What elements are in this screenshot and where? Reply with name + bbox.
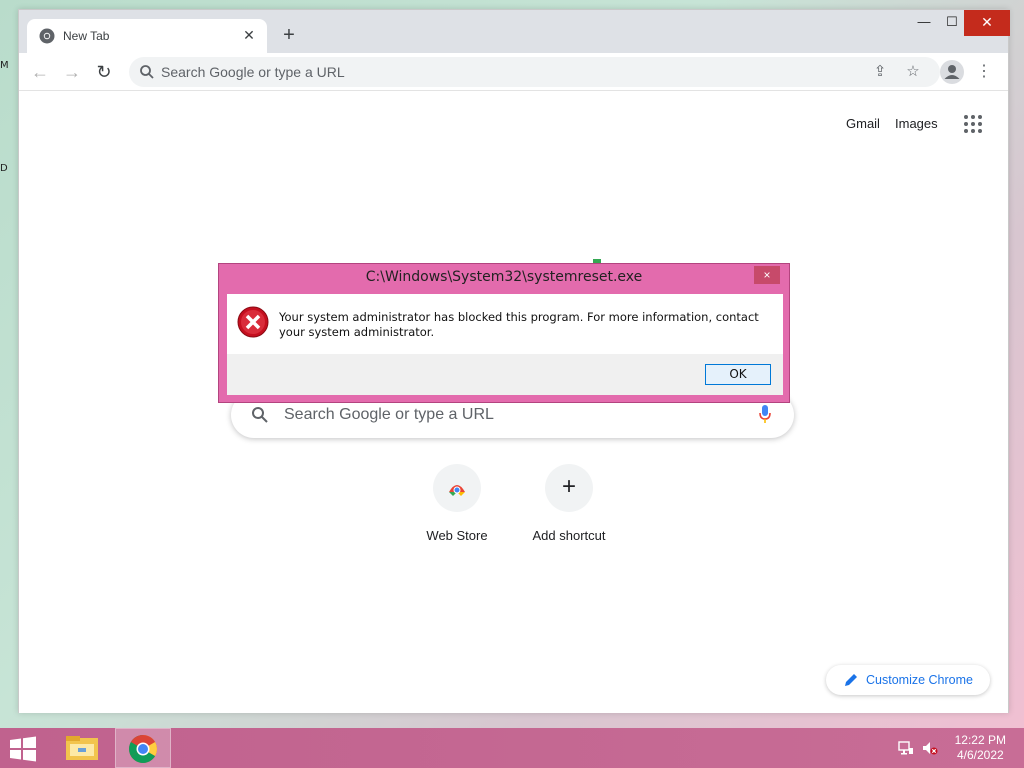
clock-time: 12:22 PM: [954, 733, 1006, 747]
desktop-icon-fragment[interactable]: M: [0, 60, 10, 74]
shortcut-label: Add shortcut: [532, 528, 606, 543]
taskbar-file-explorer[interactable]: [54, 728, 110, 768]
windows-start-icon[interactable]: [8, 736, 38, 762]
clock-date: 4/6/2022: [956, 748, 1004, 762]
dialog-body: Your system administrator has blocked th…: [227, 294, 783, 395]
plus-icon: +: [561, 473, 576, 500]
reload-icon[interactable]: ↻: [91, 59, 117, 85]
customize-chrome-label: Customize Chrome: [866, 673, 973, 687]
dialog-message-area: Your system administrator has blocked th…: [227, 294, 783, 354]
minimize-icon[interactable]: —: [909, 10, 939, 36]
ok-button[interactable]: OK: [705, 364, 771, 385]
omnibox-placeholder: Search Google or type a URL: [161, 64, 345, 80]
back-arrow-icon[interactable]: ←: [27, 59, 53, 85]
share-icon[interactable]: ⇪: [870, 62, 890, 82]
chrome-favicon-icon: [39, 28, 55, 44]
search-icon: [140, 65, 154, 79]
customize-chrome-button[interactable]: Customize Chrome: [826, 665, 990, 695]
error-icon: [237, 306, 269, 338]
window-close-icon[interactable]: ✕: [964, 10, 1010, 36]
browser-toolbar: ← → ↻ Search Google or type a URL ⇪ ☆ ⋮: [19, 53, 1008, 91]
microphone-icon[interactable]: [758, 404, 772, 424]
forward-arrow-icon[interactable]: →: [59, 59, 85, 85]
volume-muted-icon[interactable]: [922, 740, 938, 756]
dialog-message: Your system administrator has blocked th…: [279, 310, 759, 339]
shortcut-web-store[interactable]: Web Store: [407, 464, 507, 554]
taskbar: 12:22 PM 4/6/2022: [0, 728, 1024, 768]
tab-strip: New Tab ✕ + — ☐ ✕: [19, 10, 1010, 53]
chrome-web-store-icon: [449, 485, 465, 496]
folder-icon: [66, 736, 98, 760]
shortcut-tile: [433, 464, 481, 512]
shortcut-label: Web Store: [426, 528, 488, 543]
new-tab-plus-icon[interactable]: +: [277, 24, 301, 48]
system-clock[interactable]: 12:22 PM 4/6/2022: [955, 733, 1006, 763]
google-apps-icon[interactable]: [963, 114, 983, 134]
tab-title: New Tab: [63, 29, 110, 43]
taskbar-chrome[interactable]: [115, 728, 171, 768]
dialog-close-icon[interactable]: ×: [754, 266, 780, 284]
tab-new-tab[interactable]: New Tab ✕: [27, 19, 267, 53]
kebab-menu-icon[interactable]: ⋮: [975, 60, 993, 84]
ntp-search-placeholder: Search Google or type a URL: [284, 406, 494, 423]
bookmark-star-icon[interactable]: ☆: [903, 62, 923, 82]
gmail-link[interactable]: Gmail: [846, 116, 880, 131]
chrome-icon: [129, 735, 157, 763]
images-link[interactable]: Images: [895, 116, 938, 131]
dialog-title: C:\Windows\System32\systemreset.exe: [365, 269, 643, 285]
search-icon: [252, 407, 268, 423]
error-dialog: C:\Windows\System32\systemreset.exe × Yo…: [218, 263, 790, 403]
pencil-icon: [845, 674, 857, 686]
network-icon[interactable]: [898, 740, 914, 756]
tab-close-icon[interactable]: ✕: [239, 25, 259, 45]
shortcut-tile: +: [545, 464, 593, 512]
shortcut-add[interactable]: + Add shortcut: [519, 464, 619, 554]
desktop-icon-fragment[interactable]: D: [0, 163, 10, 177]
omnibox[interactable]: Search Google or type a URL ⇪ ☆: [129, 57, 940, 87]
maximize-icon[interactable]: ☐: [937, 10, 967, 36]
profile-avatar-icon[interactable]: [940, 60, 964, 84]
